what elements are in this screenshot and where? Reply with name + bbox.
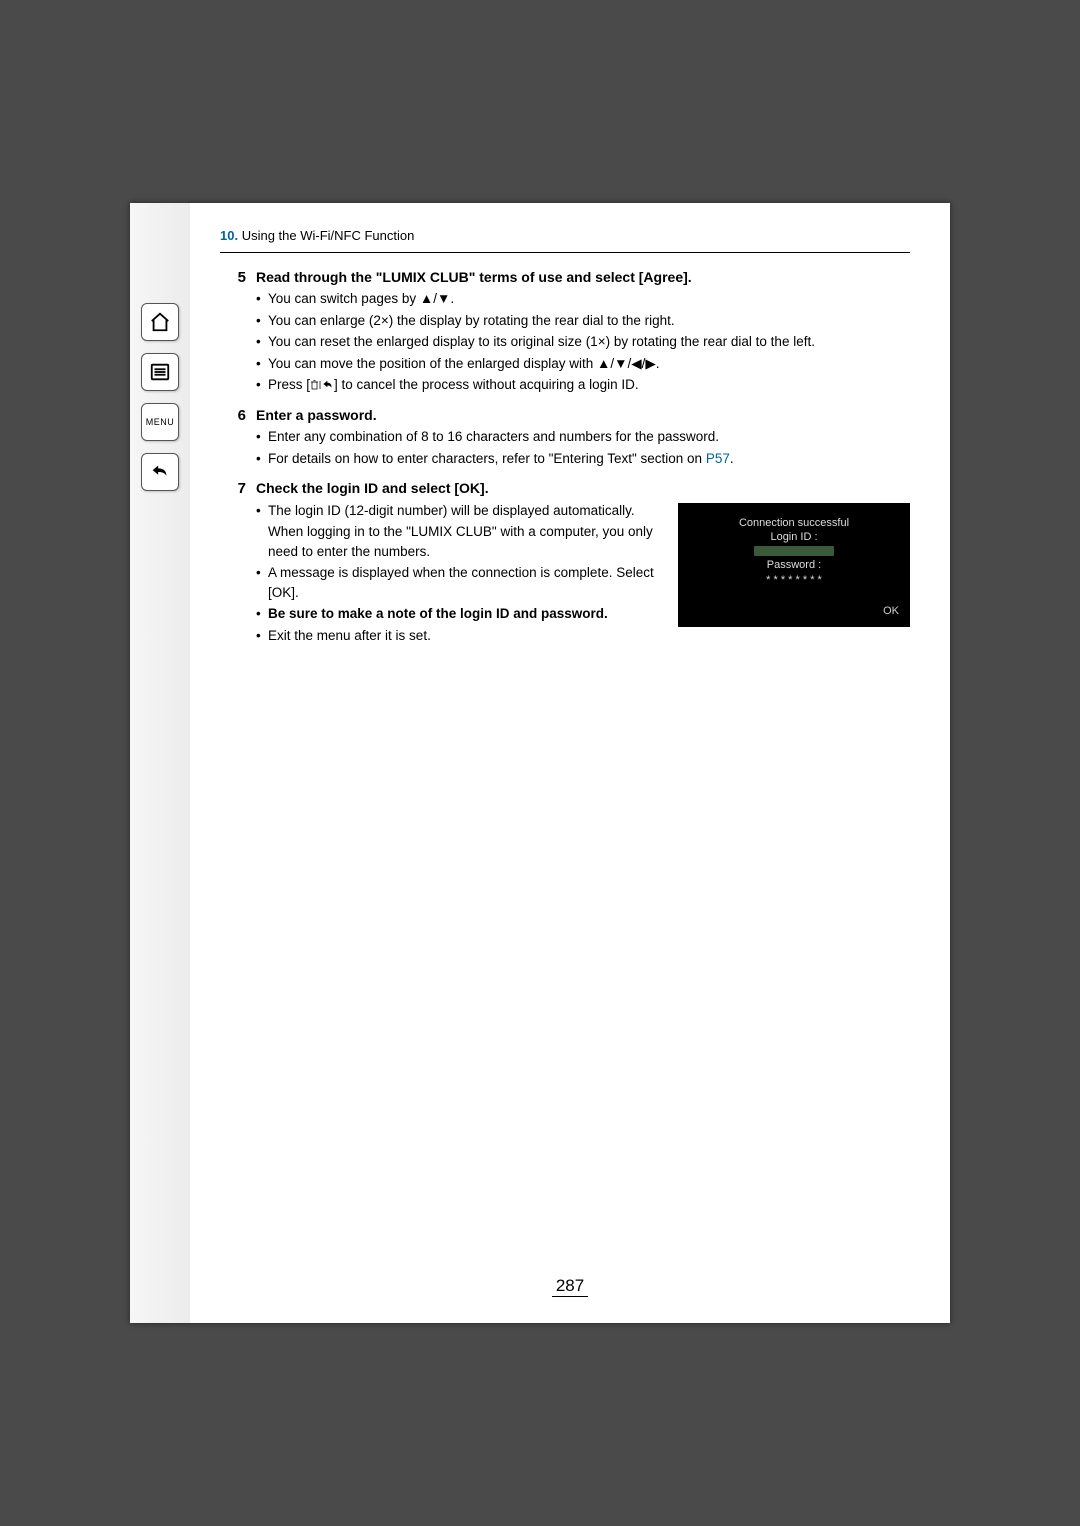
bullet-item: You can reset the enlarged display to it… <box>256 332 910 352</box>
step-number: 5 <box>220 267 256 401</box>
return-icon <box>149 461 171 483</box>
bullet-item: A message is displayed when the connecti… <box>256 563 662 602</box>
section-number: 10. <box>220 228 238 243</box>
step-list: 5 Read through the "LUMIX CLUB" terms of… <box>220 267 910 652</box>
bullet-item: Exit the menu after it is set. <box>256 626 662 646</box>
menu-label: MENU <box>146 417 175 427</box>
manual-page: MENU 10. Using the Wi-Fi/NFC Function 5 … <box>130 203 950 1323</box>
page-number: 287 <box>190 1274 950 1299</box>
ss-password-dots: * * * * * * * * <box>766 573 822 587</box>
trash-return-icon <box>310 377 334 392</box>
section-title: Using the Wi-Fi/NFC Function <box>238 228 414 243</box>
ss-login-value-masked <box>754 546 834 556</box>
step-7: 7 Check the login ID and select [OK]. Th… <box>220 478 910 651</box>
bullet-item: You can enlarge (2×) the display by rota… <box>256 311 910 331</box>
ss-login-label: Login ID : <box>770 530 817 544</box>
bullet-item: The login ID (12-digit number) will be d… <box>256 501 662 562</box>
page-link[interactable]: P57 <box>706 451 730 466</box>
bullet-item: Be sure to make a note of the login ID a… <box>256 604 662 624</box>
up-down-icon: ▲/▼ <box>420 291 450 306</box>
ss-connection: Connection successful <box>739 516 849 530</box>
step-6: 6 Enter a password. Enter any combinatio… <box>220 405 910 474</box>
bullet-item: You can move the position of the enlarge… <box>256 354 910 374</box>
camera-screenshot: Connection successful Login ID : Passwor… <box>678 503 910 627</box>
home-icon <box>149 311 171 333</box>
page-content: 10. Using the Wi-Fi/NFC Function 5 Read … <box>190 203 950 1323</box>
dpad-icon: ▲/▼/◀/▶ <box>597 356 656 371</box>
step-5: 5 Read through the "LUMIX CLUB" terms of… <box>220 267 910 401</box>
list-icon <box>149 361 171 383</box>
header-divider <box>220 252 910 253</box>
toc-button[interactable] <box>141 353 179 391</box>
step-title: Read through the "LUMIX CLUB" terms of u… <box>256 267 910 287</box>
step-number: 6 <box>220 405 256 474</box>
bullet-item: Press [] to cancel the process without a… <box>256 375 910 395</box>
ss-password-label: Password : <box>767 558 821 572</box>
section-header: 10. Using the Wi-Fi/NFC Function <box>220 227 910 246</box>
ss-ok-label: OK <box>883 604 899 620</box>
step-title: Enter a password. <box>256 405 910 425</box>
step-title: Check the login ID and select [OK]. <box>256 478 910 498</box>
step-number: 7 <box>220 478 256 651</box>
menu-button[interactable]: MENU <box>141 403 179 441</box>
bullet-item: Enter any combination of 8 to 16 charact… <box>256 427 910 447</box>
back-button[interactable] <box>141 453 179 491</box>
sidebar-nav: MENU <box>130 203 190 1323</box>
bullet-item: You can switch pages by ▲/▼. <box>256 289 910 309</box>
bullet-item: For details on how to enter characters, … <box>256 449 910 469</box>
home-button[interactable] <box>141 303 179 341</box>
